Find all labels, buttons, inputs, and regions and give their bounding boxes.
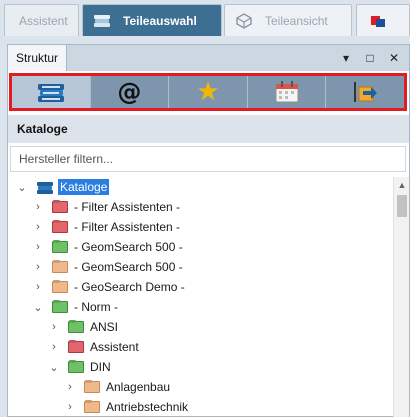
tree-item-label: Assistent [90, 340, 139, 354]
tab-teileansicht[interactable]: Teileansicht [224, 4, 352, 36]
folder-red-icon [52, 201, 68, 213]
folder-orange-icon [84, 401, 100, 413]
panel-header: Struktur ▾ □ ✕ [8, 45, 409, 71]
folder-red-icon [52, 221, 68, 233]
section-label-kataloge: Kataloge [8, 115, 409, 143]
tab-extra[interactable] [356, 4, 410, 36]
catalogs-books-icon [37, 182, 53, 194]
chevron-right-icon[interactable]: › [32, 261, 44, 273]
folder-red-icon [68, 341, 84, 353]
tree-item[interactable]: › Assistent [48, 337, 139, 357]
catalog-tree: ⌄ Kataloge › - Filter Assistenten - › - … [8, 177, 393, 417]
chevron-down-icon[interactable]: ⌄ [48, 361, 60, 374]
close-icon[interactable]: ✕ [386, 50, 402, 66]
scroll-thumb[interactable] [397, 195, 407, 217]
tree-item-label: ANSI [90, 320, 119, 334]
tree-scrollbar[interactable]: ▲ [393, 177, 409, 417]
tree-item[interactable]: › - GeoSearch Demo - [32, 277, 185, 297]
tree-item[interactable]: › Antriebstechnik [64, 397, 188, 417]
maximize-icon[interactable]: □ [362, 50, 378, 66]
export-icon [354, 82, 378, 102]
tree-item[interactable]: › - Filter Assistenten - [32, 217, 180, 237]
tree-item-label: - Filter Assistenten - [74, 220, 181, 234]
tab-assistent[interactable]: Assistent [4, 4, 79, 36]
catalog-toolbar: @ ★ [9, 73, 407, 111]
chevron-down-icon[interactable]: ⌄ [32, 301, 44, 314]
chevron-right-icon[interactable]: › [64, 401, 76, 413]
chevron-right-icon[interactable]: › [32, 221, 44, 233]
tree-item[interactable]: ⌄ DIN [48, 357, 111, 377]
tree-item[interactable]: › Anlagenbau [64, 377, 170, 397]
tree-item-label: Antriebstechnik [106, 400, 189, 414]
star-icon: ★ [196, 77, 220, 107]
tree-item-label: DIN [90, 360, 111, 374]
tree-item-label: - Norm - [74, 300, 118, 314]
folder-green-icon [52, 241, 68, 253]
folder-open-green-icon [52, 301, 68, 313]
panel-title: Struktur [16, 51, 59, 65]
chevron-right-icon[interactable]: › [64, 381, 76, 393]
tab-teileauswahl-label: Teileauswahl [123, 13, 197, 28]
chevron-right-icon[interactable]: › [32, 281, 44, 293]
export-button[interactable] [326, 76, 404, 108]
tab-teileauswahl[interactable]: Teileauswahl [82, 4, 222, 36]
chevron-right-icon[interactable]: › [48, 341, 60, 353]
tree-item[interactable]: › - GeomSearch 500 - [32, 257, 183, 277]
catalog-books-icon [94, 14, 110, 27]
favorites-at-button[interactable]: @ [90, 76, 170, 108]
calendar-button[interactable] [247, 76, 327, 108]
pin-dropdown-icon[interactable]: ▾ [338, 50, 354, 66]
at-sign-icon: @ [117, 78, 142, 106]
tree-item-label: - GeoSearch Demo - [74, 280, 185, 294]
tree-item[interactable]: › - GeomSearch 500 - [32, 237, 183, 257]
chevron-down-icon[interactable]: ⌄ [16, 181, 28, 194]
tree-root-kataloge[interactable]: ⌄ Kataloge [16, 177, 110, 197]
folder-open-green-icon [68, 361, 84, 373]
tree-item-label: - GeomSearch 500 - [74, 240, 183, 254]
tab-teileansicht-label: Teileansicht [265, 13, 328, 28]
tree-item-label: - Filter Assistenten - [74, 200, 181, 214]
panel-title-tab[interactable]: Struktur [8, 45, 68, 71]
top-tab-bar: Assistent Teileauswahl Teileansicht [0, 0, 410, 40]
folder-orange-icon [84, 381, 100, 393]
parts-view-icon [236, 12, 252, 29]
tree-root-label: Kataloge [58, 179, 110, 195]
folder-orange-icon [52, 261, 68, 273]
chevron-right-icon[interactable]: › [48, 321, 60, 333]
folder-green-icon [68, 321, 84, 333]
structure-panel: Struktur ▾ □ ✕ @ ★ Kataloge Hersteller f… [7, 44, 410, 417]
catalogs-books-icon [37, 84, 64, 102]
tree-item[interactable]: ⌄ - Norm - [32, 297, 118, 317]
chevron-right-icon[interactable]: › [32, 201, 44, 213]
chevron-right-icon[interactable]: › [32, 241, 44, 253]
scroll-up-arrow-icon[interactable]: ▲ [394, 177, 410, 193]
favorites-star-button[interactable]: ★ [169, 76, 248, 108]
app-logo-icon [371, 15, 385, 27]
tree-item[interactable]: › - Filter Assistenten - [32, 197, 180, 217]
tree-item[interactable]: › ANSI [48, 317, 118, 337]
tab-assistent-label: Assistent [19, 13, 68, 28]
folder-orange-icon [52, 281, 68, 293]
catalogs-button[interactable] [12, 76, 91, 108]
calendar-icon [275, 81, 299, 103]
manufacturer-filter-input[interactable] [10, 146, 406, 172]
tree-item-label: Anlagenbau [106, 380, 171, 394]
tree-item-label: - GeomSearch 500 - [74, 260, 183, 274]
